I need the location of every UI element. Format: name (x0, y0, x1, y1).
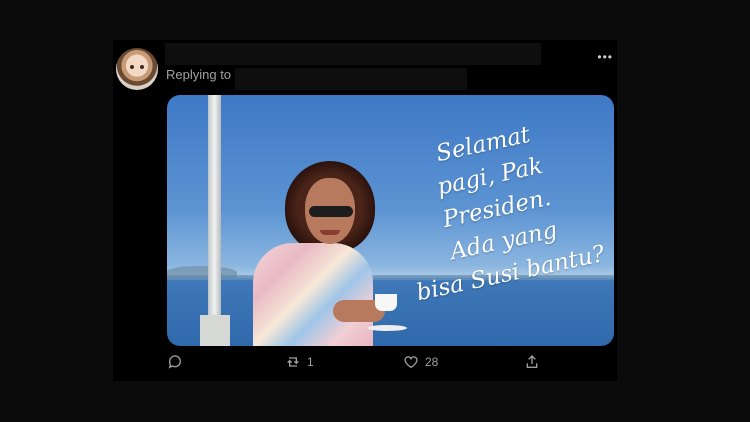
like-count: 28 (425, 355, 439, 369)
image-caption: Selamat pagi, Pak Presiden. Ada yang bis… (372, 106, 614, 313)
redacted-handle (235, 68, 467, 90)
tweet-card: ••• Replying to Selamat pagi, Pak Presid… (113, 40, 617, 381)
mast-base (200, 315, 230, 346)
person-blouse (253, 243, 373, 346)
more-horizontal-icon[interactable]: ••• (597, 50, 613, 64)
avatar-eye (140, 65, 144, 69)
reply-icon (168, 355, 181, 369)
share-button[interactable] (524, 354, 546, 370)
smile (320, 230, 340, 235)
retweet-count: 1 (307, 355, 314, 369)
redacted-header (165, 43, 541, 65)
tweet-actions: 1 28 (167, 354, 614, 378)
tweet-image[interactable]: Selamat pagi, Pak Presiden. Ada yang bis… (167, 95, 614, 346)
retweet-icon (287, 357, 299, 367)
teacup (375, 294, 397, 311)
replying-to-label: Replying to (166, 67, 232, 82)
heart-icon (404, 356, 418, 369)
avatar[interactable] (116, 48, 158, 90)
sunglasses (309, 206, 353, 217)
reply-button[interactable] (167, 354, 189, 370)
saucer (367, 325, 407, 331)
avatar-eye (130, 65, 134, 69)
share-icon (526, 355, 538, 368)
retweet-button[interactable]: 1 (285, 354, 314, 370)
ship-mast (208, 95, 221, 346)
like-button[interactable]: 28 (403, 354, 438, 370)
